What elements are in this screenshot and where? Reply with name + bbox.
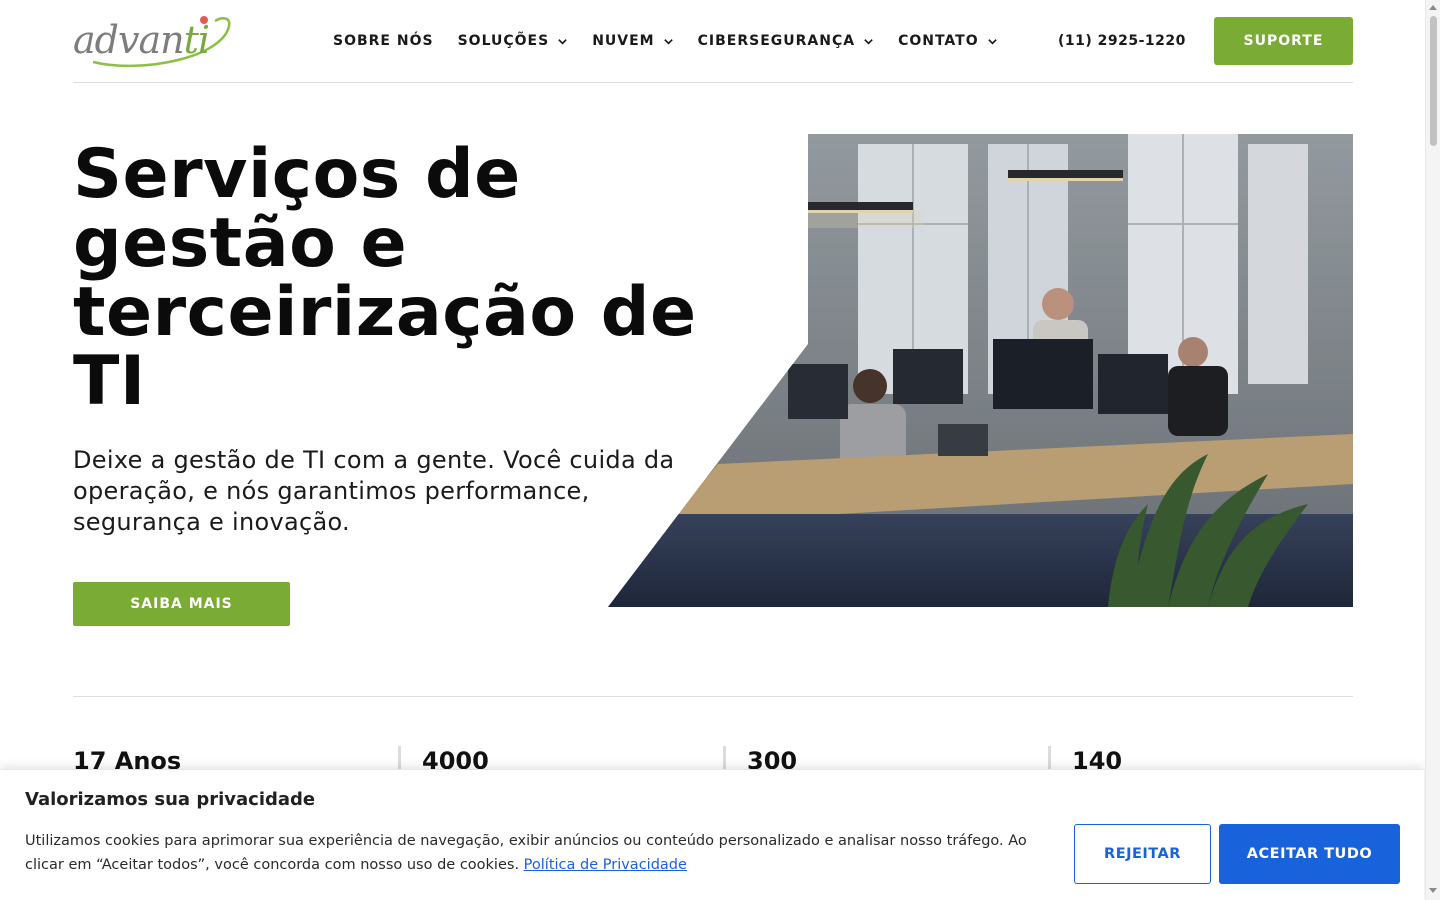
nav-label: CIBERSEGURANÇA bbox=[697, 33, 856, 49]
reject-cookies-button[interactable]: REJEITAR bbox=[1074, 824, 1211, 884]
chevron-down-icon bbox=[663, 38, 673, 45]
office-team-photo bbox=[608, 134, 1353, 607]
scroll-down-arrow-icon[interactable] bbox=[1429, 888, 1437, 893]
site-header: advanti SOBRE NÓS SOLUÇÕES NUVEM CIBERSE… bbox=[73, 0, 1353, 83]
logo-text-main: advan bbox=[73, 18, 185, 62]
logo-text-accent: ti bbox=[183, 18, 210, 62]
nav-item-contato[interactable]: CONTATO bbox=[898, 30, 998, 52]
section-divider bbox=[73, 696, 1353, 697]
learn-more-button[interactable]: SAIBA MAIS bbox=[73, 582, 290, 626]
support-button[interactable]: SUPORTE bbox=[1214, 17, 1353, 65]
cookie-text: Utilizamos cookies para aprimorar sua ex… bbox=[25, 829, 1045, 877]
scroll-up-arrow-icon[interactable] bbox=[1429, 5, 1437, 10]
main-nav: SOBRE NÓS SOLUÇÕES NUVEM CIBERSEGURANÇA … bbox=[333, 30, 1022, 52]
cookie-title: Valorizamos sua privacidade bbox=[25, 789, 316, 810]
nav-item-sobre-nos[interactable]: SOBRE NÓS bbox=[333, 30, 434, 52]
nav-item-solucoes[interactable]: SOLUÇÕES bbox=[458, 30, 569, 52]
advanti-logo[interactable]: advanti bbox=[73, 12, 233, 68]
accept-all-cookies-button[interactable]: ACEITAR TUDO bbox=[1219, 824, 1400, 884]
logo-wordmark: advanti bbox=[73, 18, 210, 62]
nav-item-ciberseguranca[interactable]: CIBERSEGURANÇA bbox=[698, 30, 874, 52]
nav-label: CONTATO bbox=[898, 33, 979, 49]
chevron-down-icon bbox=[987, 38, 997, 45]
scrollbar-thumb[interactable] bbox=[1430, 16, 1437, 146]
page-scrollbar[interactable] bbox=[1425, 0, 1440, 900]
nav-label: SOLUÇÕES bbox=[457, 33, 550, 49]
phone-link[interactable]: (11) 2925-1220 bbox=[1058, 30, 1186, 52]
nav-item-nuvem[interactable]: NUVEM bbox=[592, 30, 673, 52]
nav-label: SOBRE NÓS bbox=[333, 33, 434, 49]
nav-label: NUVEM bbox=[592, 33, 655, 49]
cookie-consent-banner: Valorizamos sua privacidade Utilizamos c… bbox=[0, 769, 1424, 900]
chevron-down-icon bbox=[558, 38, 567, 45]
chevron-down-icon bbox=[864, 38, 873, 45]
privacy-policy-link[interactable]: Política de Privacidade bbox=[524, 857, 687, 873]
